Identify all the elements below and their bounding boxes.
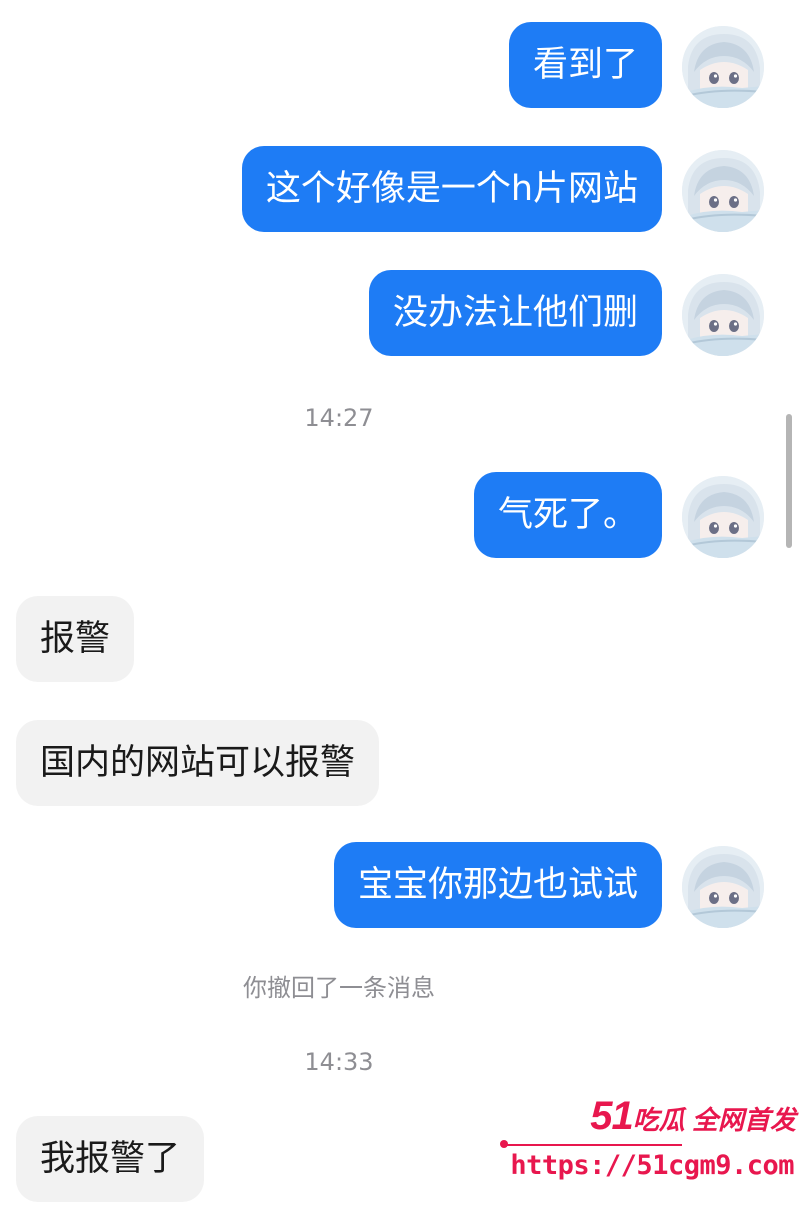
incoming-message[interactable]: 报警 xyxy=(16,596,135,682)
timestamp: 14:27 xyxy=(304,404,374,432)
recall-notice: 你撤回了一条消息 xyxy=(243,974,435,1002)
avatar-icon[interactable] xyxy=(682,274,764,356)
watermark-number: 51 xyxy=(590,1094,633,1138)
chat-conversation: 看到了 这个好像是一个h片网站 没办法让他们删 14:27 气死了。 报警 国内… xyxy=(0,0,800,1206)
outgoing-message[interactable]: 这个好像是一个h片网站 xyxy=(241,146,662,232)
watermark: 51吃瓜 全网首发 https://51cgm9.com xyxy=(500,1092,800,1196)
watermark-line xyxy=(502,1144,682,1146)
incoming-message[interactable]: 我报警了 xyxy=(16,1116,205,1202)
avatar-icon[interactable] xyxy=(682,476,764,558)
avatar-icon[interactable] xyxy=(682,846,764,928)
scrollbar[interactable] xyxy=(786,414,792,548)
watermark-text: 吃瓜 全网首发 xyxy=(632,1105,796,1135)
timestamp: 14:33 xyxy=(304,1048,374,1076)
watermark-url: https://51cgm9.com xyxy=(510,1150,794,1181)
outgoing-message[interactable]: 宝宝你那边也试试 xyxy=(333,842,662,928)
watermark-logo: 51吃瓜 全网首发 xyxy=(590,1094,796,1139)
outgoing-message[interactable]: 看到了 xyxy=(508,22,662,108)
outgoing-message[interactable]: 气死了。 xyxy=(473,472,662,558)
avatar-icon[interactable] xyxy=(682,150,764,232)
outgoing-message[interactable]: 没办法让他们删 xyxy=(368,270,662,356)
incoming-message[interactable]: 国内的网站可以报警 xyxy=(16,720,380,806)
avatar-icon[interactable] xyxy=(682,26,764,108)
